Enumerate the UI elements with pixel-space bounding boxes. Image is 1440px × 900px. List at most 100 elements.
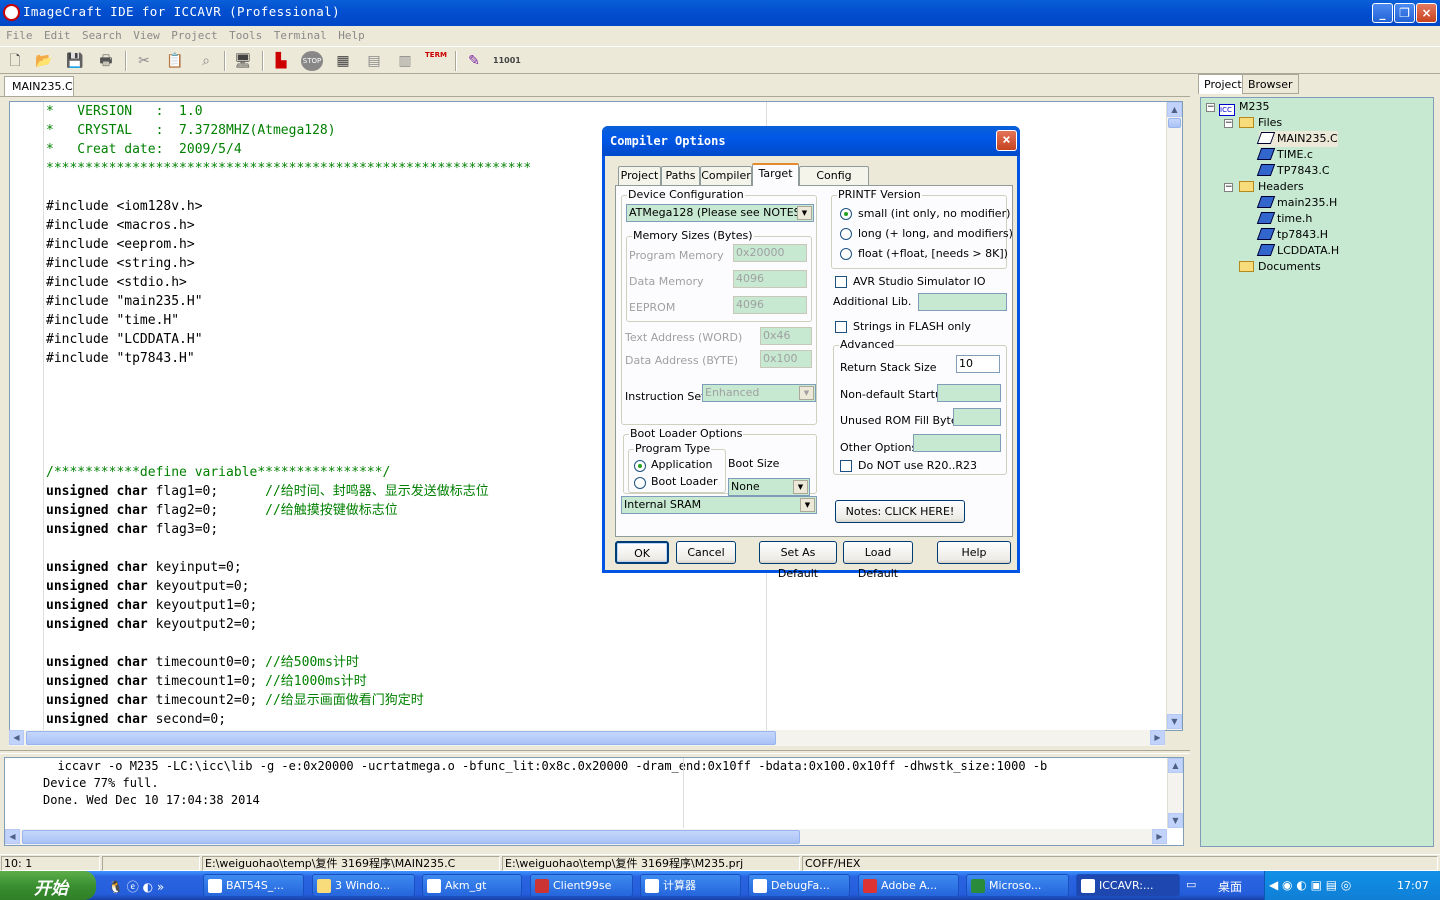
clock[interactable]: 17:07 xyxy=(1397,879,1429,892)
tree-file[interactable]: tp7843.H xyxy=(1256,227,1328,243)
find-icon[interactable]: ⌕ xyxy=(195,51,217,71)
printf-long-radio[interactable] xyxy=(840,228,852,240)
desktop-toolbar[interactable]: 桌面 xyxy=(1218,878,1242,895)
new-file-icon[interactable]: 🗋 xyxy=(4,51,26,71)
tab-paths[interactable]: Paths xyxy=(661,166,700,185)
device-select[interactable]: ATMega128 (Please see NOTES) ▼ xyxy=(626,204,814,222)
print-icon[interactable]: 🖶 xyxy=(95,51,117,71)
editor-vscroll[interactable]: ▲ ▼ xyxy=(1166,102,1182,730)
program-memory-input[interactable]: 0x20000 xyxy=(733,244,807,262)
help-button[interactable]: Help xyxy=(937,541,1011,564)
boot-loader-radio[interactable] xyxy=(634,477,646,489)
restore-button[interactable]: ❐ xyxy=(1394,3,1415,23)
tree-file[interactable]: TIME.c xyxy=(1256,147,1313,163)
task-button[interactable]: Client99se xyxy=(530,874,633,897)
scroll-up-icon[interactable]: ▲ xyxy=(1167,102,1182,117)
tree-root[interactable]: ICC M235 xyxy=(1219,99,1270,116)
additional-lib-input[interactable] xyxy=(918,293,1007,311)
make-icon[interactable]: ▦ xyxy=(332,51,354,71)
program-icon[interactable]: ✎ xyxy=(463,51,485,71)
open-folder-icon[interactable]: 📂 xyxy=(33,51,55,71)
collapse-icon[interactable]: − xyxy=(1206,103,1215,112)
menu-project[interactable]: Project xyxy=(168,26,220,42)
tree-file[interactable]: LCDDATA.H xyxy=(1256,243,1339,259)
start-button[interactable]: 开始 xyxy=(0,871,96,900)
output-panel[interactable]: iccavr -o M235 -LC:\icc\lib -g -e:0x2000… xyxy=(4,757,1184,846)
stop-icon[interactable]: STOP xyxy=(301,51,323,71)
build-icon[interactable]: ▙ xyxy=(270,51,292,71)
tray-icons[interactable]: ◀ ◉ ◐ ▣ ▤ ◎ xyxy=(1269,878,1351,892)
application-radio[interactable] xyxy=(634,460,646,472)
clean-icon[interactable]: ▥ xyxy=(394,51,416,71)
close-button[interactable]: × xyxy=(1416,3,1437,23)
menu-edit[interactable]: Edit xyxy=(41,26,74,42)
task-button[interactable]: DebugFa... xyxy=(748,874,850,897)
menu-tools[interactable]: Tools xyxy=(226,26,265,42)
tree-files-folder[interactable]: Files xyxy=(1239,115,1282,131)
task-button[interactable]: Microso... xyxy=(966,874,1069,897)
tree-file[interactable]: TP7843.C xyxy=(1256,163,1330,179)
tree-file[interactable]: time.h xyxy=(1256,211,1312,227)
sram-select[interactable]: Internal SRAM ▼ xyxy=(621,496,817,514)
text-address-input[interactable]: 0x46 xyxy=(760,327,812,345)
scroll-down-icon[interactable]: ▼ xyxy=(1168,813,1183,828)
cut-icon[interactable]: ✂ xyxy=(133,51,155,71)
menu-terminal[interactable]: Terminal xyxy=(271,26,330,42)
printf-small-radio[interactable] xyxy=(840,208,852,220)
tab-project[interactable]: Project xyxy=(618,166,661,185)
scroll-right-icon[interactable]: ▶ xyxy=(1150,730,1165,745)
tab-main235[interactable]: MAIN235.C xyxy=(4,76,74,96)
output-hscroll[interactable]: ◀ ▶ xyxy=(5,829,1167,845)
tab-target[interactable]: Target xyxy=(752,163,799,186)
scroll-right-icon[interactable]: ▶ xyxy=(1152,829,1167,844)
task-button[interactable]: Adobe A... xyxy=(858,874,959,897)
compile-icon[interactable]: 🖥 xyxy=(232,51,254,71)
task-button[interactable]: 计算器 xyxy=(640,874,741,897)
keyboard-icon[interactable]: ▭ xyxy=(1186,878,1200,892)
instruction-set-select[interactable]: Enhanced ▼ xyxy=(702,384,816,402)
tab-browser[interactable]: Browser xyxy=(1242,74,1299,94)
notes-button[interactable]: Notes: CLICK HERE! xyxy=(835,500,965,523)
boot-size-select[interactable]: None ▼ xyxy=(728,478,810,496)
make-all-icon[interactable]: ▤ xyxy=(363,51,385,71)
return-stack-input[interactable]: 10 xyxy=(956,355,1000,373)
data-memory-input[interactable]: 4096 xyxy=(733,270,807,288)
task-button[interactable]: ICCAVR:... xyxy=(1076,874,1180,897)
other-options-input[interactable] xyxy=(913,434,1001,452)
tree-headers-folder[interactable]: Headers xyxy=(1239,179,1304,195)
collapse-icon[interactable]: − xyxy=(1224,119,1233,128)
task-button[interactable]: BAT54S_... xyxy=(203,874,304,897)
editor-hscroll[interactable]: ◀ ▶ xyxy=(9,730,1165,746)
collapse-icon[interactable]: − xyxy=(1224,183,1233,192)
avr-studio-checkbox[interactable] xyxy=(835,276,847,288)
terminal-icon[interactable]: TERM xyxy=(425,51,447,71)
minimize-button[interactable]: _ xyxy=(1372,3,1393,23)
load-default-button[interactable]: Load Default xyxy=(843,541,913,580)
task-button[interactable]: Akm_gt xyxy=(422,874,522,897)
menu-file[interactable]: File xyxy=(3,26,36,42)
tab-compiler[interactable]: Compiler xyxy=(700,166,752,185)
no-r20-checkbox[interactable] xyxy=(840,460,852,472)
non-default-startup-input[interactable] xyxy=(937,384,1001,402)
save-icon[interactable]: 💾 xyxy=(64,51,86,71)
printf-float-radio[interactable] xyxy=(840,248,852,260)
paste-icon[interactable]: 📋 xyxy=(164,51,186,71)
tab-config-salvo[interactable]: Config Salvo xyxy=(799,166,869,199)
tree-file[interactable]: main235.H xyxy=(1256,195,1337,211)
menu-help[interactable]: Help xyxy=(335,26,368,42)
task-button[interactable]: 3 Windo... xyxy=(312,874,415,897)
quick-launch[interactable]: 🐧 ⓔ ◐ » xyxy=(108,878,198,894)
scroll-up-icon[interactable]: ▲ xyxy=(1168,758,1183,773)
data-address-input[interactable]: 0x100 xyxy=(760,350,812,368)
dialog-close-icon[interactable]: × xyxy=(996,130,1017,151)
tab-project[interactable]: Project xyxy=(1198,74,1248,94)
unused-rom-input[interactable] xyxy=(953,408,1001,426)
ok-button[interactable]: OK xyxy=(615,541,669,564)
bits-icon[interactable]: 11001 xyxy=(493,51,521,71)
scroll-left-icon[interactable]: ◀ xyxy=(5,829,20,844)
tree-file[interactable]: MAIN235.C xyxy=(1256,131,1338,147)
scroll-left-icon[interactable]: ◀ xyxy=(9,730,24,745)
set-as-default-button[interactable]: Set As Default xyxy=(759,541,837,580)
menu-view[interactable]: View xyxy=(130,26,163,42)
strings-flash-checkbox[interactable] xyxy=(835,321,847,333)
